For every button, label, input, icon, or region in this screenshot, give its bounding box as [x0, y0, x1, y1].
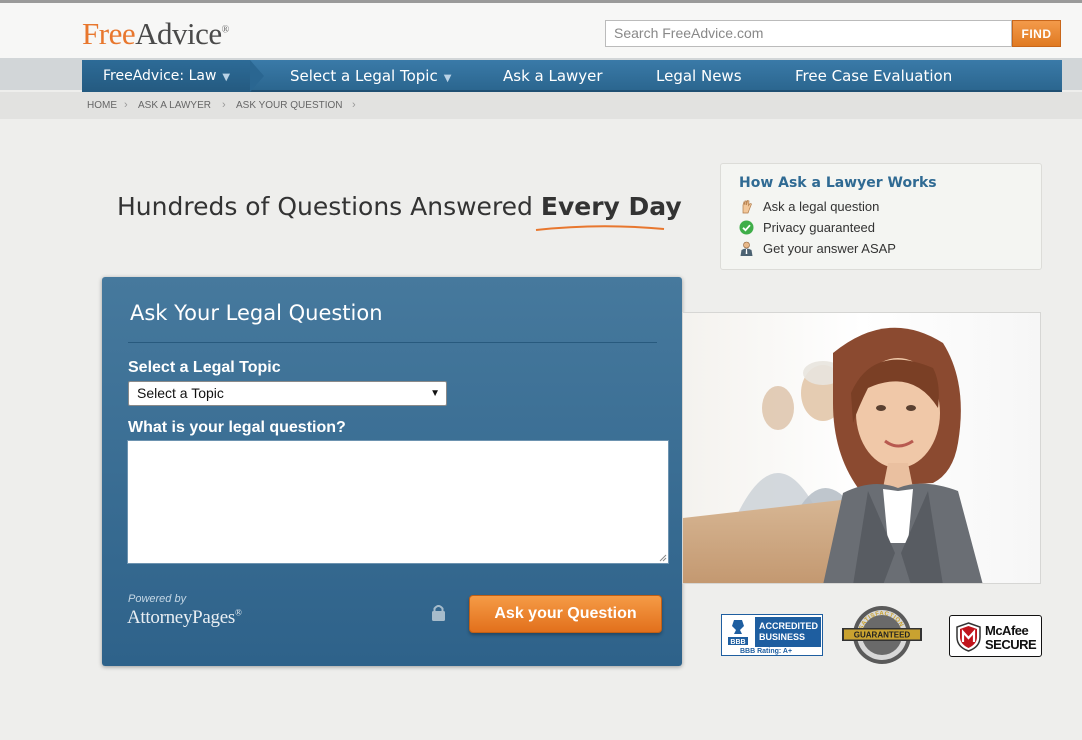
site-header: FreeAdvice® Search FreeAdvice.com FIND [0, 0, 1082, 58]
satisfaction-guaranteed-seal[interactable]: SATISFACTION GUARANTEED [842, 604, 922, 666]
find-button[interactable]: FIND [1012, 20, 1061, 47]
bbb-torch-icon: BBB [728, 620, 748, 646]
provider-name: AttorneyPages [127, 607, 235, 628]
question-textarea[interactable] [127, 440, 669, 564]
breadcrumb-home[interactable]: HOME [87, 100, 117, 111]
topic-select-value: Select a Topic [137, 385, 224, 401]
page-headline: Hundreds of Questions Answered Every Day [117, 192, 682, 221]
mcafee-secure-badge[interactable]: McAfee SECURE [949, 615, 1042, 657]
logo-registered-mark: ® [221, 24, 230, 36]
chevron-right-icon: › [352, 99, 356, 111]
chevron-down-icon: ▼ [443, 73, 452, 84]
main-nav: FreeAdvice: Law ▼ Select a Legal Topic ▼ A… [0, 58, 1082, 92]
logo-advice-text: Advice [135, 16, 222, 51]
nav-item-free-case-evaluation[interactable]: Free Case Evaluation [795, 60, 952, 92]
nav-home-label: FreeAdvice: Law [103, 68, 217, 84]
ask-question-form: Ask Your Legal Question Select a Legal T… [102, 277, 682, 666]
bbb-text: ACCREDITED BUSINESS [755, 617, 821, 647]
headline-text: Hundreds of Questions Answered [117, 192, 541, 221]
chevron-right-icon: › [222, 99, 226, 111]
chevron-down-icon: ▼ [222, 72, 231, 83]
bbb-accredited-badge[interactable]: BBB ACCREDITED BUSINESS BBB Rating: A+ [721, 614, 823, 656]
logo-free-text: Free [82, 16, 136, 51]
mcafee-line2: SECURE [985, 637, 1037, 652]
nav-item-label: Ask a Lawyer [503, 67, 603, 85]
nav-item-label: Select a Legal Topic [290, 67, 438, 85]
nav-bar: FreeAdvice: Law ▼ Select a Legal Topic ▼ A… [82, 60, 1062, 92]
question-label: What is your legal question? [128, 419, 346, 436]
topic-select[interactable]: Select a Topic ▼ [128, 381, 447, 406]
seal-text: GUARANTEED [854, 631, 911, 640]
ask-question-button[interactable]: Ask your Question [469, 595, 662, 633]
lock-icon [432, 605, 445, 621]
dropdown-arrow-icon: ▼ [430, 388, 440, 399]
form-title: Ask Your Legal Question [130, 301, 383, 325]
hand-icon [742, 200, 752, 214]
nav-item-legal-news[interactable]: Legal News [656, 60, 742, 92]
breadcrumb: HOME › ASK A LAWYER › ASK YOUR QUESTION … [0, 92, 1082, 119]
how-item-text: Privacy guaranteed [763, 220, 876, 235]
mcafee-line1: McAfee [985, 623, 1029, 638]
mcafee-shield-icon [956, 622, 981, 652]
nav-item-label: Free Case Evaluation [795, 67, 953, 85]
search-input[interactable]: Search FreeAdvice.com [605, 20, 1012, 47]
nav-item-select-legal-topic[interactable]: Select a Legal Topic ▼ [290, 60, 451, 92]
how-item-text: Ask a legal question [763, 199, 880, 214]
how-it-works-box: How Ask a Lawyer Works Ask a legal quest… [720, 163, 1042, 270]
nav-item-ask-a-lawyer[interactable]: Ask a Lawyer [503, 60, 603, 92]
bbb-line1: ACCREDITED [759, 621, 819, 631]
resize-grip-icon[interactable] [658, 553, 667, 562]
nav-home-dropdown[interactable]: FreeAdvice: Law ▼ [82, 60, 264, 92]
nav-item-label: Legal News [656, 67, 742, 85]
breadcrumb-ask-your-question: ASK YOUR QUESTION [236, 100, 343, 111]
form-divider [128, 342, 657, 343]
lawyer-photo [682, 312, 1041, 584]
powered-by-label: Powered by [128, 593, 187, 605]
provider-registered-mark: ® [234, 607, 242, 618]
bbb-line2: BUSINESS [759, 632, 806, 642]
photo-illustration [683, 313, 1040, 583]
lawyer-icon [740, 241, 753, 256]
chevron-right-icon: › [124, 99, 128, 111]
site-logo[interactable]: FreeAdvice® [82, 16, 229, 52]
headline-emphasis: Every Day [540, 192, 682, 221]
check-icon [739, 220, 754, 235]
how-it-works-title: How Ask a Lawyer Works [739, 175, 937, 191]
topic-label: Select a Legal Topic [128, 359, 281, 376]
attorneypages-logo: AttorneyPages® [127, 607, 242, 629]
bbb-rating: BBB Rating: A+ [740, 648, 793, 655]
breadcrumb-ask-a-lawyer[interactable]: ASK A LAWYER [138, 100, 211, 111]
underline-swoosh-icon [535, 225, 665, 231]
svg-text:BBB: BBB [730, 639, 745, 646]
how-item-text: Get your answer ASAP [763, 241, 896, 256]
